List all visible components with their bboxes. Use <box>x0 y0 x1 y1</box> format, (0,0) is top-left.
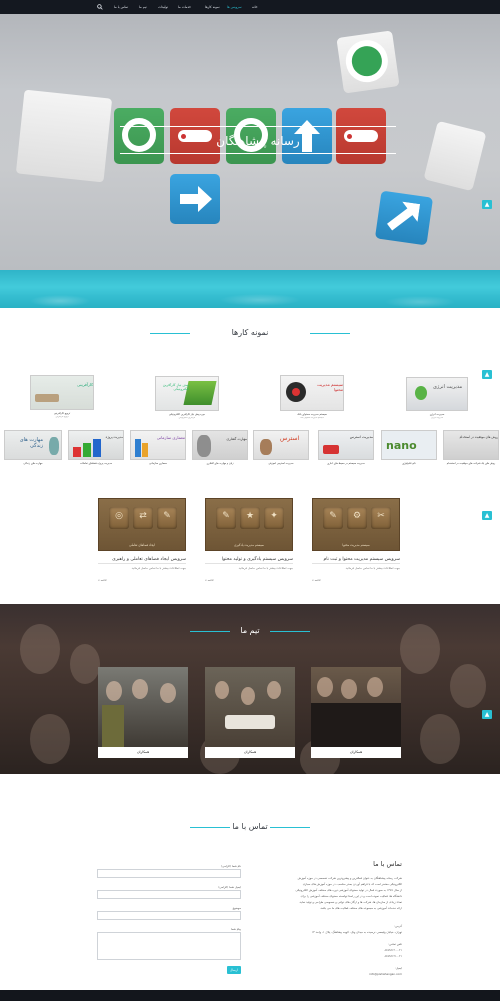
nav-products[interactable]: تولیدات <box>158 0 168 14</box>
phone-label: تلفن تماس: <box>388 942 402 946</box>
hero-title: رسانه پیشاهنگان <box>120 126 396 154</box>
team-photo <box>205 667 295 747</box>
nav-services[interactable]: سرویس ها <box>227 0 242 14</box>
service-desc: جهت اطلاعات بیشتر با ما تماس حاصل فرمائی… <box>238 566 293 570</box>
service-image: ◎ ⇄ ✎ ایجاد فضاهای تعاملی <box>98 498 186 551</box>
phone-text: ۸۸۷۹۶۱۲۱-۰۲۱ <box>384 954 402 958</box>
scroll-up-button[interactable]: ▲ <box>482 710 492 719</box>
portfolio-thumbnail: مدیریت استرس <box>318 430 374 460</box>
service-desc: جهت اطلاعات بیشتر با ما تماس حاصل فرمائی… <box>131 566 186 570</box>
service-more-link[interactable]: ادامه » <box>98 578 106 582</box>
portfolio-thumbnail: مدیریت پروژه <box>68 430 124 460</box>
portfolio-thumbnail: معماری سازمانی <box>130 430 186 460</box>
top-navbar: خانه سرویس ها نمونه کارها خدمات ما تولید… <box>0 0 500 14</box>
service-title: سرویس سیستم یادگیری و تولید محتوا <box>221 557 293 562</box>
portfolio-thumbnail: مدیریت انرژی <box>406 377 468 411</box>
green-block-image <box>336 30 400 94</box>
about-text: ارائه خدمات آموزشی به مجموعه های مختلف ف… <box>319 906 402 910</box>
nav-portfolio[interactable]: نمونه کارها <box>205 0 220 14</box>
name-field[interactable] <box>97 869 241 878</box>
nav-our-services[interactable]: خدمات ما <box>178 0 191 14</box>
about-text: تعداد زیادی از سازمان ها، شرکت ها و ارگا… <box>298 900 402 904</box>
email-label: ایمیل: <box>394 966 402 970</box>
service-desc: جهت اطلاعات بیشتر با ما تماس حاصل فرمائی… <box>345 566 400 570</box>
message-label: پیام شما <box>231 927 241 931</box>
email-link[interactable]: info@pishahangan.com <box>369 972 402 976</box>
subject-field[interactable] <box>97 911 241 920</box>
blue-arrow-block-image <box>170 174 220 224</box>
service-more-link[interactable]: ادامه » <box>312 578 320 582</box>
white-block-image <box>423 120 487 192</box>
portfolio-item[interactable]: سیستم مدیریت محتوا سیستم مدیریت محتوای ب… <box>280 375 344 419</box>
blue-arrow-block-image <box>374 190 434 246</box>
team-photo <box>98 667 188 747</box>
team-section-title: تیم ما <box>150 626 350 635</box>
portfolio-item[interactable]: مدیریت انرژی مدیریت انرژی مدیریت انرژی <box>406 377 468 419</box>
search-icon[interactable] <box>97 3 103 10</box>
portfolio-thumbnail: nano <box>381 430 437 460</box>
portfolio-thumbnail: پیش نیاز کارآفرین الکترونیکی <box>155 376 219 411</box>
message-textarea[interactable] <box>97 932 241 960</box>
portfolio-thumbnail: مهارت گفتاری <box>192 430 248 460</box>
email-field-label: ایمیل شما (الزامی) <box>218 885 241 889</box>
scroll-up-button[interactable]: ▲ <box>482 200 492 209</box>
subject-label: موضوع <box>232 906 241 910</box>
scroll-up-button[interactable]: ▲ <box>482 511 492 520</box>
nav-home[interactable]: خانه <box>252 0 258 14</box>
scroll-up-button[interactable]: ▲ <box>482 370 492 379</box>
footer <box>0 990 500 1001</box>
portfolio-item[interactable]: معماری سازمانی معماری سازمانی <box>130 430 186 466</box>
portfolio-item[interactable]: کارآفرینی ترویج کارآفرینی ترویج کارآفرین… <box>30 375 94 418</box>
service-more-link[interactable]: ادامه » <box>205 578 213 582</box>
address-text: تهران- خیابان ولیعصر- نرسیده به میدان ون… <box>311 930 402 934</box>
portfolio-item[interactable]: مهارت های زندگی مهارت های زندگی <box>4 430 62 466</box>
send-button[interactable]: ارسال <box>227 966 241 974</box>
team-section: تیم ما ▲ همکاران همکاران همکاران <box>0 604 500 774</box>
portfolio-thumbnail: سیستم مدیریت محتوا <box>280 375 344 411</box>
email-field[interactable] <box>97 890 241 899</box>
portfolio-item[interactable]: مدیریت استرس مدیریت سیستم در محیط های اد… <box>318 430 374 466</box>
portfolio-item[interactable]: مهارت گفتاری زبان و مهارت های گفتاری <box>192 430 248 466</box>
name-label: نام شما (الزامی) <box>221 864 241 868</box>
service-title: سرویس سیستم مدیریت محتوا و ثبت نام <box>323 557 400 562</box>
team-photo <box>311 667 401 747</box>
portfolio-thumbnail: روش های موفقیت در استخدام <box>443 430 499 460</box>
about-text: از سال ۱۳۸۷ به صورت فعال در تولید محتوای… <box>295 888 402 892</box>
phone-text: ۸۸۷۹۶۱۲۰-۰۲۱ <box>384 948 402 952</box>
portfolio-section-title: نمونه کارها <box>150 328 350 337</box>
about-text: دانشگاه ها، فعالیت نموده است و در این را… <box>300 894 402 898</box>
team-member-name: همکاران <box>136 750 150 754</box>
portfolio-item[interactable]: پیش نیاز کارآفرین الکترونیکی دوره پیش نی… <box>155 376 219 419</box>
address-label: آدرس: <box>394 924 402 928</box>
service-image: ✎ ★ ✦ سیستم مدیریت یادگیری <box>205 498 293 551</box>
about-text: شرکت رسانه پیشاهنگان به عنوان فعالترین و… <box>297 876 402 880</box>
portfolio-item[interactable]: مدیریت پروژه مدیریت پروژه فضاهای تعاملات <box>68 430 124 466</box>
portfolio-item[interactable]: استرس مدیریت استرس آموزش <box>253 430 309 466</box>
about-text: الکترونیکی مفتخر است که با فراهم آوردن ب… <box>302 882 402 886</box>
service-image: ✎ ⚙ ✂ سیستم مدیریت محتوا <box>312 498 400 551</box>
portfolio-item[interactable]: روش های موفقیت در استخدام روش های یک شرک… <box>443 430 499 466</box>
portfolio-thumbnail: استرس <box>253 430 309 460</box>
contact-heading: تماس با ما <box>373 860 402 868</box>
contact-section-title: تماس با ما <box>150 822 350 831</box>
hero-banner: رسانه پیشاهنگان ▲ <box>0 14 500 270</box>
portfolio-thumbnail: کارآفرینی <box>30 375 94 410</box>
portfolio-thumbnail: مهارت های زندگی <box>4 430 62 460</box>
water-banner <box>0 270 500 308</box>
team-member-name: همکاران <box>349 750 363 754</box>
nav-team[interactable]: تیم ما <box>139 0 147 14</box>
service-title: سرویس ایجاد فضاهای تعاملی و راهبری <box>112 557 186 562</box>
nav-contact[interactable]: تماس با ما <box>114 0 128 14</box>
team-member-name: همکاران <box>243 750 257 754</box>
portfolio-item[interactable]: nano نانو تکنولوژی <box>381 430 437 466</box>
circuit-board-image <box>15 89 113 183</box>
